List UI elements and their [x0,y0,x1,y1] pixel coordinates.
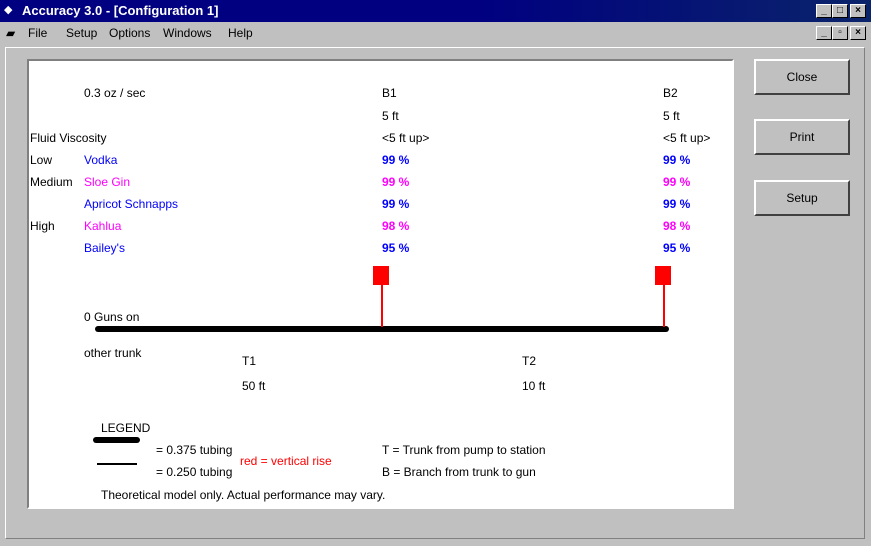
legend-thick-label: = 0.375 tubing [156,443,233,457]
other-trunk-label: other trunk [84,346,142,360]
setup-button[interactable]: Setup [754,180,850,216]
app-icon[interactable]: ◆ [4,3,19,18]
menu-help[interactable]: Help [228,26,253,40]
legend-red-label: red = vertical rise [240,454,332,468]
menu-file[interactable]: File [28,26,47,40]
minimize-icon[interactable]: _ [816,4,832,18]
menu-setup[interactable]: Setup [66,26,97,40]
trunk-t1-name: T1 [242,354,257,368]
trunk-t2-name: T2 [522,354,537,368]
print-button[interactable]: Print [754,119,850,155]
report-panel: 0.3 oz / sec B1 5 ft <5 ft up> B2 5 ft <… [27,59,734,509]
child-minimize-icon[interactable]: _ [816,26,832,40]
legend-thin-label: = 0.250 tubing [156,465,233,479]
tubing-diagram [93,266,671,465]
child-close-icon[interactable]: × [850,26,866,40]
close-icon[interactable]: × [850,4,866,18]
title-bar[interactable]: ◆ Accuracy 3.0 - [Configuration 1] _ □ × [0,0,871,22]
close-button[interactable]: Close [754,59,850,95]
legend-title: LEGEND [101,421,151,435]
legend-branch-definition: B = Branch from trunk to gun [382,465,536,479]
document-icon[interactable]: ▰ [6,26,15,40]
menu-bar: ▰ File Setup Options Windows Help _ ▫ × [0,22,871,44]
guns-on-label: 0 Guns on [84,310,140,324]
gun-b1-marker [373,266,389,285]
child-restore-icon[interactable]: ▫ [832,26,848,40]
menu-options[interactable]: Options [109,26,150,40]
maximize-icon[interactable]: □ [832,4,848,18]
legend-trunk-definition: T = Trunk from pump to station [382,443,546,457]
trunk-t2-length: 10 ft [522,379,546,393]
menu-windows[interactable]: Windows [163,26,212,40]
window-title: Accuracy 3.0 - [Configuration 1] [22,3,219,18]
gun-b2-marker [655,266,671,285]
disclaimer-text: Theoretical model only. Actual performan… [101,488,386,502]
trunk-t1-length: 50 ft [242,379,266,393]
